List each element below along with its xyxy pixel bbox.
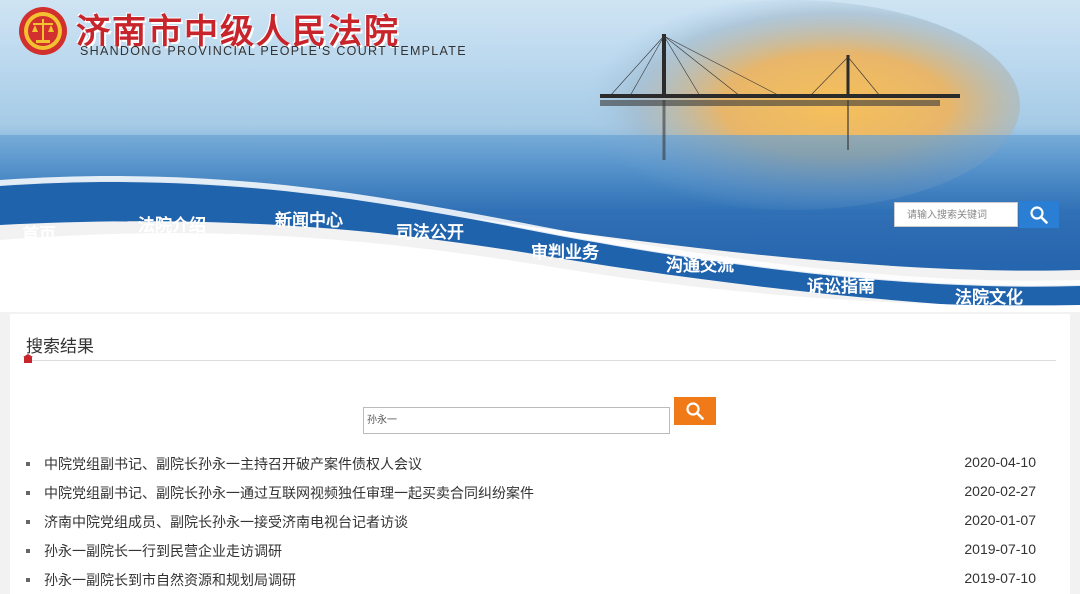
- bullet-icon: [26, 462, 30, 466]
- result-title-link[interactable]: 中院党组副书记、副院长孙永一通过互联网视频独任审理一起买卖合同纠纷案件: [44, 483, 534, 503]
- result-title-link[interactable]: 孙永一副院长到市自然资源和规划局调研: [44, 570, 296, 590]
- result-item[interactable]: 孙永一副院长到市自然资源和规划局调研 2019-07-10: [26, 570, 1056, 590]
- result-date: 2020-02-27: [964, 483, 1036, 499]
- nav-litigation-guide[interactable]: 诉讼指南: [807, 272, 875, 297]
- result-item[interactable]: 孙永一副院长一行到民营企业走访调研 2019-07-10: [26, 541, 1056, 561]
- search-icon: [686, 402, 704, 420]
- nav-court-culture[interactable]: 法院文化: [955, 283, 1023, 308]
- nav-communication[interactable]: 沟通交流: [666, 251, 734, 276]
- result-date: 2020-04-10: [964, 454, 1036, 470]
- site-header: 济南市中级人民法院 SHANDONG PROVINCIAL PEOPLE'S C…: [0, 0, 1080, 312]
- page-title: 搜索结果: [26, 337, 94, 357]
- search-query-input[interactable]: 孙永一: [363, 407, 670, 434]
- search-results-panel: 搜索结果 孙永一 中院党组副书记、副院长孙永一主持召开破产案件债权人会议 202…: [10, 314, 1070, 594]
- nav-court-intro[interactable]: 法院介绍: [138, 211, 206, 236]
- result-title-link[interactable]: 中院党组副书记、副院长孙永一主持召开破产案件债权人会议: [44, 454, 422, 474]
- bullet-icon: [26, 578, 30, 582]
- result-date: 2019-07-10: [964, 570, 1036, 586]
- nav-trial-business[interactable]: 审判业务: [531, 238, 599, 263]
- result-item[interactable]: 济南中院党组成员、副院长孙永一接受济南电视台记者访谈 2020-01-07: [26, 512, 1056, 532]
- header-search-input[interactable]: 请输入搜索关键词: [894, 202, 1018, 227]
- result-date: 2019-07-10: [964, 541, 1036, 557]
- site-subtitle: SHANDONG PROVINCIAL PEOPLE'S COURT TEMPL…: [80, 44, 467, 58]
- result-item[interactable]: 中院党组副书记、副院长孙永一通过互联网视频独任审理一起买卖合同纠纷案件 2020…: [26, 483, 1056, 503]
- bullet-icon: [26, 549, 30, 553]
- bullet-icon: [26, 491, 30, 495]
- bullet-icon: [26, 520, 30, 524]
- court-emblem-icon: [19, 7, 67, 55]
- search-submit-button[interactable]: [674, 397, 716, 425]
- nav-news-center[interactable]: 新闻中心: [275, 206, 343, 231]
- result-item[interactable]: 中院党组副书记、副院长孙永一主持召开破产案件债权人会议 2020-04-10: [26, 454, 1056, 474]
- section-marker-icon: [23, 354, 33, 363]
- title-divider: [26, 360, 1056, 361]
- search-icon: [1030, 206, 1048, 224]
- nav-home[interactable]: 首页: [22, 220, 56, 245]
- header-search-button[interactable]: [1019, 201, 1059, 228]
- nav-judicial-openness[interactable]: 司法公开: [396, 218, 464, 243]
- result-date: 2020-01-07: [964, 512, 1036, 528]
- result-title-link[interactable]: 济南中院党组成员、副院长孙永一接受济南电视台记者访谈: [44, 512, 408, 532]
- result-title-link[interactable]: 孙永一副院长一行到民营企业走访调研: [44, 541, 282, 561]
